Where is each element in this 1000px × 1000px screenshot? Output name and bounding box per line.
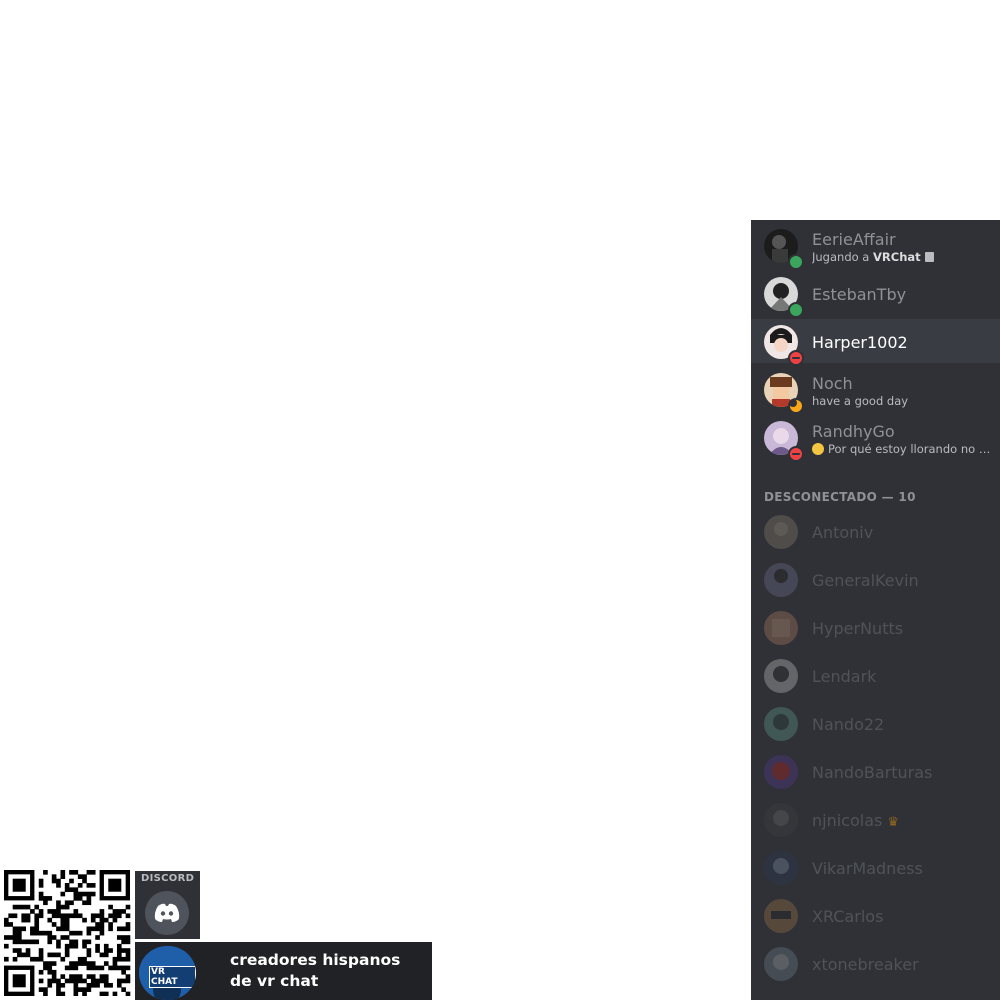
member-custom-status: have a good day	[812, 394, 909, 408]
rich-presence-icon	[924, 252, 934, 262]
member-name: Lendark	[812, 667, 877, 686]
member-name: EerieAffair	[812, 230, 896, 249]
avatar	[764, 659, 798, 693]
member-hypernutts[interactable]: HyperNutts	[751, 605, 1000, 649]
server-name: creadores hispanos de vr chat	[230, 951, 401, 990]
avatar	[764, 515, 798, 549]
member-name: GeneralKevin	[812, 571, 919, 590]
member-randhygo[interactable]: RandhyGo Por qué estoy llorando no e...	[751, 415, 1000, 462]
avatar	[764, 947, 798, 981]
idle-status-icon	[788, 398, 804, 414]
member-name: Nando22	[812, 715, 885, 734]
member-eerieaffair[interactable]: EerieAffair Jugando a VRChat	[751, 223, 1000, 270]
member-lendark[interactable]: Lendark	[751, 653, 1000, 697]
qr-code	[4, 870, 131, 997]
member-xrcarlos[interactable]: XRCarlos	[751, 893, 1000, 937]
crown-icon: ♛	[887, 815, 899, 830]
dnd-status-icon	[788, 350, 804, 366]
member-name: VikarMadness	[812, 859, 923, 878]
member-name: Harper1002	[812, 333, 908, 352]
online-status-icon	[788, 302, 804, 318]
member-name: NandoBarturas	[812, 763, 933, 782]
dnd-status-icon	[788, 446, 804, 462]
member-name: RandhyGo	[812, 422, 895, 441]
member-antoniv[interactable]: Antoniv	[751, 509, 1000, 553]
pensive-emoji-icon	[812, 443, 824, 455]
server-icon[interactable]: VR CHAT	[139, 946, 196, 1000]
discord-icon	[145, 891, 189, 935]
server-invite-box[interactable]: VR CHAT creadores hispanos de vr chat	[135, 942, 432, 1000]
member-nandobarturas[interactable]: NandoBarturas	[751, 749, 1000, 793]
avatar	[764, 899, 798, 933]
member-xtonebreaker[interactable]: xtonebreaker	[751, 941, 1000, 985]
member-name: xtonebreaker	[812, 955, 919, 974]
avatar	[764, 563, 798, 597]
member-name: njnicolas ♛	[812, 811, 899, 830]
member-vikarmadness[interactable]: VikarMadness	[751, 845, 1000, 889]
member-name: Noch	[812, 374, 853, 393]
offline-section-header: DESCONECTADO — 10	[764, 490, 916, 504]
member-nando22[interactable]: Nando22	[751, 701, 1000, 745]
member-custom-status: Por qué estoy llorando no e...	[812, 442, 996, 456]
avatar	[764, 851, 798, 885]
member-name: XRCarlos	[812, 907, 884, 926]
member-activity: Jugando a VRChat	[812, 250, 996, 264]
server-icon-label: VR CHAT	[149, 966, 196, 988]
avatar	[764, 611, 798, 645]
member-njnicolas[interactable]: njnicolas ♛	[751, 797, 1000, 841]
member-name: HyperNutts	[812, 619, 904, 638]
member-name: EstebanTby	[812, 285, 907, 304]
member-generalkevin[interactable]: GeneralKevin	[751, 557, 1000, 601]
member-harper1002[interactable]: Harper1002	[751, 319, 1000, 366]
member-noch[interactable]: Noch have a good day	[751, 367, 1000, 414]
discord-logo-box[interactable]: DISCORD	[135, 871, 200, 939]
member-estebantby[interactable]: EstebanTby	[751, 271, 1000, 318]
discord-label: DISCORD	[141, 873, 195, 884]
online-status-icon	[788, 254, 804, 270]
avatar	[764, 755, 798, 789]
avatar	[764, 707, 798, 741]
member-list: EerieAffair Jugando a VRChat EstebanTby …	[751, 220, 1000, 1000]
avatar	[764, 803, 798, 837]
member-name: Antoniv	[812, 523, 874, 542]
